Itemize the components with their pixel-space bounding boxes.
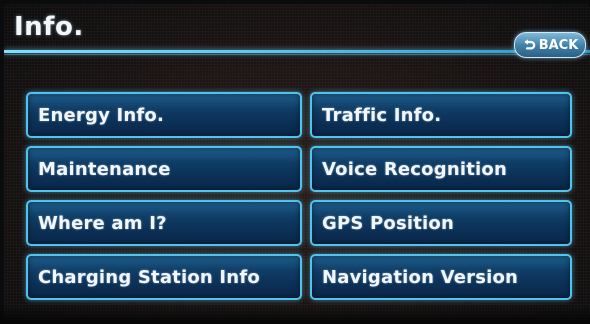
voice-recognition-button[interactable]: Voice Recognition	[310, 146, 572, 192]
where-am-i-button[interactable]: Where am I?	[26, 200, 302, 246]
header: Info. BACK	[4, 4, 590, 58]
energy-info-button[interactable]: Energy Info.	[26, 92, 302, 138]
charging-station-info-button[interactable]: Charging Station Info	[26, 254, 302, 300]
header-divider-secondary	[4, 54, 590, 55]
traffic-info-button[interactable]: Traffic Info.	[310, 92, 572, 138]
maintenance-button[interactable]: Maintenance	[26, 146, 302, 192]
header-divider	[4, 50, 590, 53]
back-button-label: BACK	[538, 37, 579, 53]
bottom-bezel-shadow	[0, 304, 590, 324]
gps-position-button[interactable]: GPS Position	[310, 200, 572, 246]
navigation-version-button[interactable]: Navigation Version	[310, 254, 572, 300]
page-title: Info.	[14, 12, 84, 42]
back-arrow-icon	[522, 38, 536, 52]
nav-screen: Info. BACK Energy Info. Traffic Info. Ma…	[4, 4, 590, 320]
back-button[interactable]: BACK	[514, 32, 586, 58]
photo-frame: Info. BACK Energy Info. Traffic Info. Ma…	[0, 0, 590, 324]
